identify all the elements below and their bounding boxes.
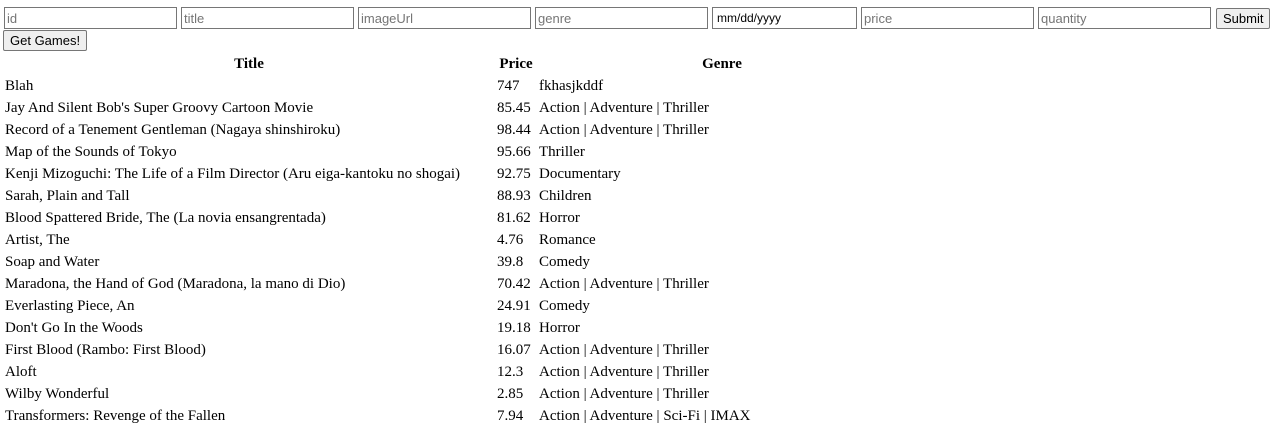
- title-field[interactable]: [181, 7, 354, 29]
- game-genre-cell: Action | Adventure | Thriller: [539, 122, 709, 138]
- table-header-row: Title Price Genre: [4, 54, 906, 74]
- game-price-cell: 98.44: [497, 122, 531, 138]
- table-row: Everlasting Piece, An 24.91 Comedy: [4, 296, 906, 316]
- table-row: Record of a Tenement Gentleman (Nagaya s…: [4, 120, 906, 140]
- game-title-cell: Maradona, the Hand of God (Maradona, la …: [5, 276, 346, 292]
- game-price-cell: 85.45: [497, 100, 531, 116]
- game-title-cell: Wilby Wonderful: [5, 386, 110, 402]
- game-title-cell: Jay And Silent Bob's Super Groovy Cartoo…: [5, 100, 314, 116]
- game-price-cell: 747: [497, 78, 520, 94]
- game-title-cell: Artist, The: [5, 232, 70, 248]
- game-genre-cell: Action | Adventure | Sci-Fi | IMAX: [539, 408, 751, 424]
- game-genre-cell: Action | Adventure | Thriller: [539, 276, 709, 292]
- game-title-cell: First Blood (Rambo: First Blood): [5, 342, 206, 358]
- game-genre-cell: Comedy: [539, 254, 590, 270]
- quantity-field[interactable]: [1038, 7, 1211, 29]
- table-row: Soap and Water 39.8 Comedy: [4, 252, 906, 272]
- image-url-field[interactable]: [358, 7, 531, 29]
- game-title-cell: Map of the Sounds of Tokyo: [5, 144, 177, 160]
- table-row: Sarah, Plain and Tall 88.93 Children: [4, 186, 906, 206]
- add-game-form: mm/dd/yyyy Submit: [4, 7, 1271, 29]
- game-title-cell: Record of a Tenement Gentleman (Nagaya s…: [5, 122, 341, 138]
- id-field[interactable]: [4, 7, 177, 29]
- table-row: Aloft 12.3 Action | Adventure | Thriller: [4, 362, 906, 382]
- game-genre-cell: Romance: [539, 232, 596, 248]
- date-field[interactable]: mm/dd/yyyy: [712, 7, 857, 29]
- game-title-cell: Aloft: [5, 364, 37, 380]
- price-column-header: Price: [499, 56, 533, 72]
- game-genre-cell: Thriller: [539, 144, 585, 160]
- game-genre-cell: fkhasjkddf: [539, 78, 604, 94]
- game-price-cell: 12.3: [497, 364, 524, 380]
- game-price-cell: 88.93: [497, 188, 531, 204]
- table-row: Don't Go In the Woods 19.18 Horror: [4, 318, 906, 338]
- game-genre-cell: Action | Adventure | Thriller: [539, 364, 709, 380]
- game-title-cell: Soap and Water: [5, 254, 100, 270]
- game-price-cell: 92.75: [497, 166, 531, 182]
- table-row: Transformers: Revenge of the Fallen 7.94 A…: [4, 406, 906, 426]
- table-row: Blah 747 fkhasjkddf: [4, 76, 906, 96]
- game-title-cell: Sarah, Plain and Tall: [5, 188, 130, 204]
- game-genre-cell: Children: [539, 188, 592, 204]
- table-row: First Blood (Rambo: First Blood) 16.07 Act…: [4, 340, 906, 360]
- table-row: Map of the Sounds of Tokyo 95.66 Thriller: [4, 142, 906, 162]
- table-row: Artist, The 4.76 Romance: [4, 230, 906, 250]
- game-price-cell: 19.18: [497, 320, 531, 336]
- game-title-cell: Kenji Mizoguchi: The Life of a Film Dire…: [5, 166, 461, 182]
- game-price-cell: 70.42: [497, 276, 531, 292]
- game-genre-cell: Horror: [539, 210, 580, 226]
- game-price-cell: 16.07: [497, 342, 531, 358]
- game-title-cell: Blah: [5, 78, 34, 94]
- price-field[interactable]: [861, 7, 1034, 29]
- game-price-cell: 81.62: [497, 210, 531, 226]
- date-placeholder: mm/dd/yyyy: [717, 11, 782, 25]
- game-title-cell: Transformers: Revenge of the Fallen: [5, 408, 226, 424]
- get-games-button[interactable]: Get Games!: [3, 30, 88, 51]
- game-title-cell: Don't Go In the Woods: [5, 320, 143, 336]
- games-table: Title Price Genre Blah 747 fkhasjkddf Jay A…: [2, 52, 908, 428]
- game-price-cell: 4.76: [497, 232, 524, 248]
- game-genre-cell: Documentary: [539, 166, 621, 182]
- title-column-header: Title: [234, 56, 264, 72]
- game-genre-cell: Action | Adventure | Thriller: [539, 342, 709, 358]
- genre-field[interactable]: [535, 7, 708, 29]
- game-genre-cell: Comedy: [539, 298, 590, 314]
- genre-column-header: Genre: [702, 56, 742, 72]
- game-price-cell: 95.66: [497, 144, 531, 160]
- game-title-cell: Everlasting Piece, An: [5, 298, 135, 314]
- game-genre-cell: Action | Adventure | Thriller: [539, 100, 709, 116]
- game-price-cell: 7.94: [497, 408, 524, 424]
- game-price-cell: 24.91: [497, 298, 531, 314]
- table-row: Kenji Mizoguchi: The Life of a Film Dire…: [4, 164, 906, 184]
- game-title-cell: Blood Spattered Bride, The (La novia ens…: [5, 210, 326, 226]
- table-row: Maradona, the Hand of God (Maradona, la …: [4, 274, 906, 294]
- table-row: Wilby Wonderful 2.85 Action | Adventure | …: [4, 384, 906, 404]
- game-price-cell: 2.85: [497, 386, 524, 402]
- game-genre-cell: Action | Adventure | Thriller: [539, 386, 709, 402]
- table-row: Jay And Silent Bob's Super Groovy Cartoo…: [4, 98, 906, 118]
- games-table-body: Blah 747 fkhasjkddf Jay And Silent Bob's Su…: [4, 76, 906, 426]
- game-genre-cell: Horror: [539, 320, 580, 336]
- submit-button[interactable]: Submit: [1216, 7, 1271, 29]
- game-price-cell: 39.8: [497, 254, 524, 270]
- table-row: Blood Spattered Bride, The (La novia ens…: [4, 208, 906, 228]
